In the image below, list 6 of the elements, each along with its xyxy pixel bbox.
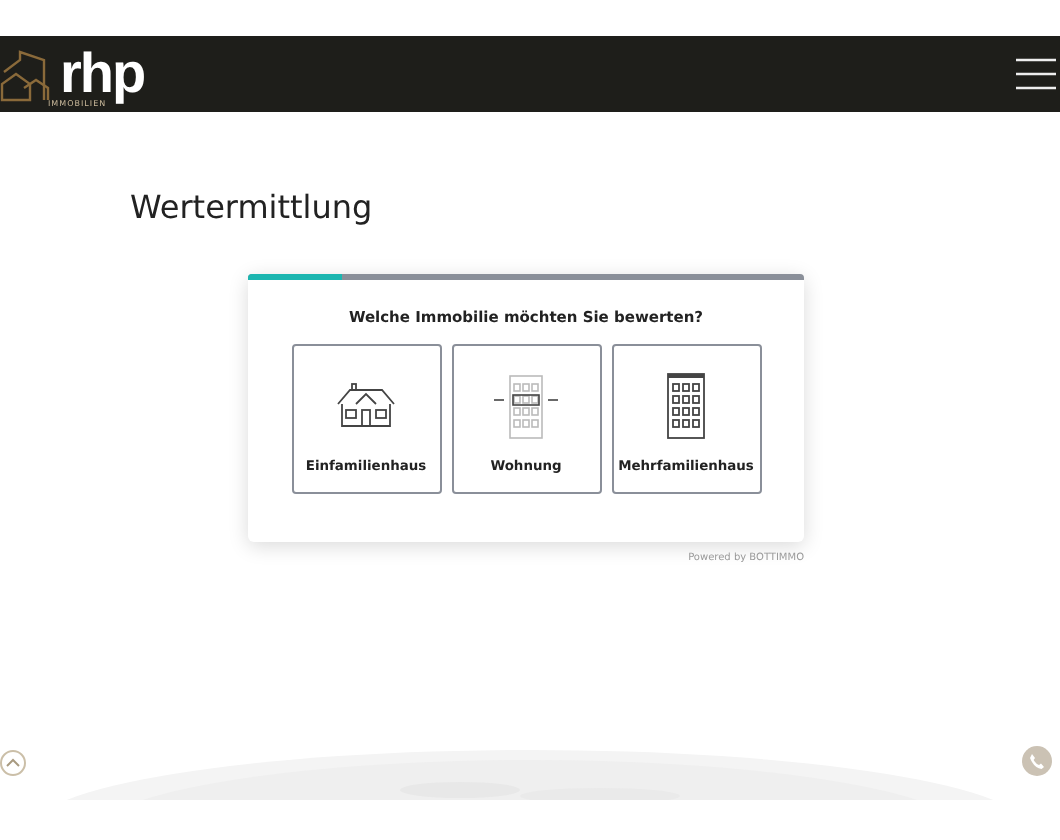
scroll-up-icon[interactable] — [0, 750, 26, 776]
phone-icon[interactable] — [1022, 746, 1052, 776]
menu-icon[interactable] — [1016, 58, 1056, 90]
logo[interactable]: rhp — [60, 46, 145, 102]
page-title: Wertermittlung — [130, 188, 375, 226]
apartment-building-icon — [490, 370, 562, 442]
